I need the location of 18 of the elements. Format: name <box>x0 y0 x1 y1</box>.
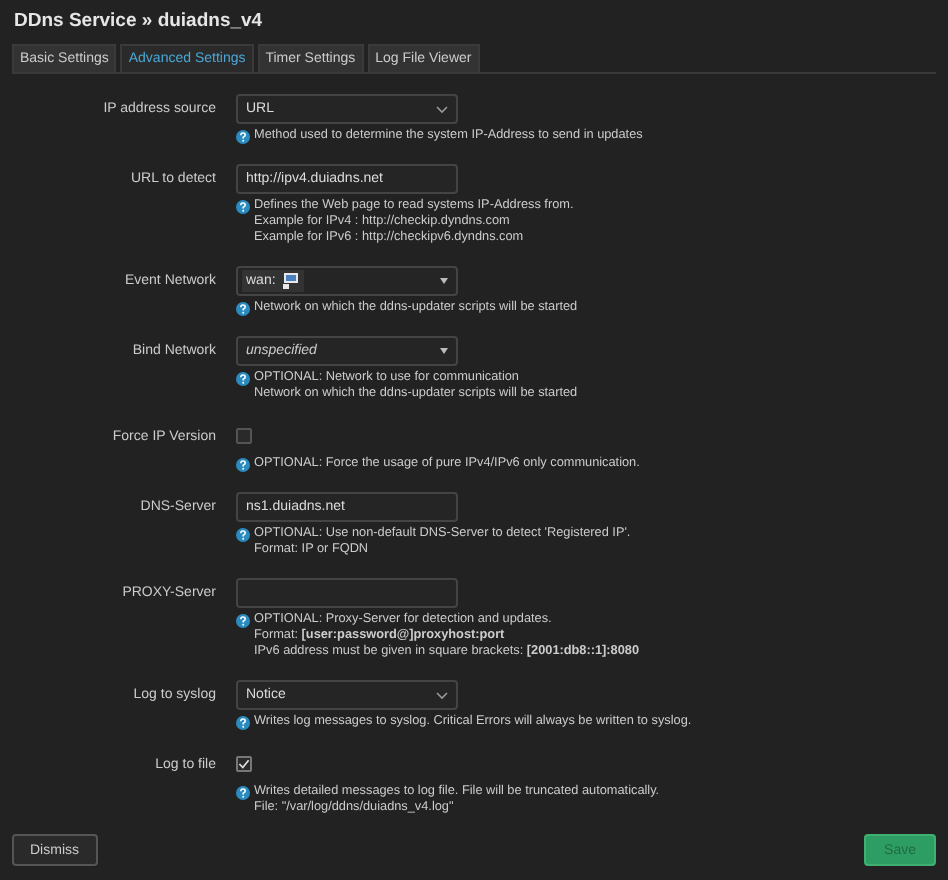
help-icon <box>236 199 250 213</box>
help-icon <box>236 715 250 729</box>
chevron-down-icon <box>436 105 448 113</box>
help-icon <box>236 129 250 143</box>
help-icon <box>236 301 250 315</box>
help-icon <box>236 527 250 541</box>
checkbox[interactable] <box>236 756 252 772</box>
text-field[interactable] <box>236 578 458 608</box>
help-icon <box>236 613 250 627</box>
chevron-down-icon <box>436 691 448 699</box>
checkbox[interactable] <box>236 428 252 444</box>
caret-icon <box>440 348 448 354</box>
network-icon <box>281 272 300 290</box>
help-icon <box>236 785 250 799</box>
help-icon <box>236 457 250 471</box>
page-title: DDns Service » duiadns_v4 <box>12 10 265 34</box>
help-icon <box>236 371 250 385</box>
caret-icon <box>440 278 448 284</box>
